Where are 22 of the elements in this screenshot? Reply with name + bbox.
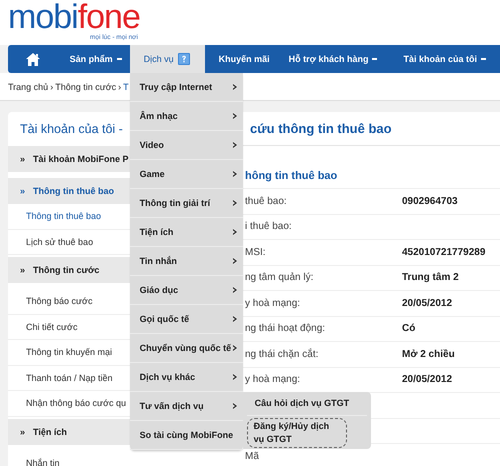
field-label: ng tâm quản lý:	[245, 272, 314, 284]
section-heading: hông tin thuê bao	[245, 170, 338, 182]
page-title: cứu thông tin thuê bao	[250, 121, 392, 136]
field-label: ng thái chặn cắt:	[245, 348, 318, 360]
field-value: Mở 2 chiều	[402, 348, 455, 360]
breadcrumb-separator: ›	[118, 82, 122, 92]
field-label: Mã	[245, 450, 259, 462]
field-value: Trung tâm 2	[402, 272, 459, 284]
field-value: 452010721779289	[402, 246, 486, 258]
sidebar-title: Tài khoản của tôi -	[20, 122, 123, 136]
field-value: 20/05/2012	[402, 298, 452, 309]
field-value: Có	[402, 323, 416, 334]
field-label: MSI:	[245, 246, 266, 258]
logo-text: mobi	[8, 0, 78, 36]
field-label: thuê bao:	[245, 196, 287, 207]
breadcrumb-separator: ›	[50, 82, 54, 92]
field-label: y hoà mạng:	[245, 374, 300, 386]
field-value: 20/05/2012	[402, 374, 452, 386]
field-label: y hoà mạng:	[245, 298, 300, 309]
field-value: 0902964703	[402, 196, 458, 207]
field-label: i thuê bao:	[245, 221, 292, 232]
field-label: ng thái hoạt động:	[245, 323, 326, 334]
